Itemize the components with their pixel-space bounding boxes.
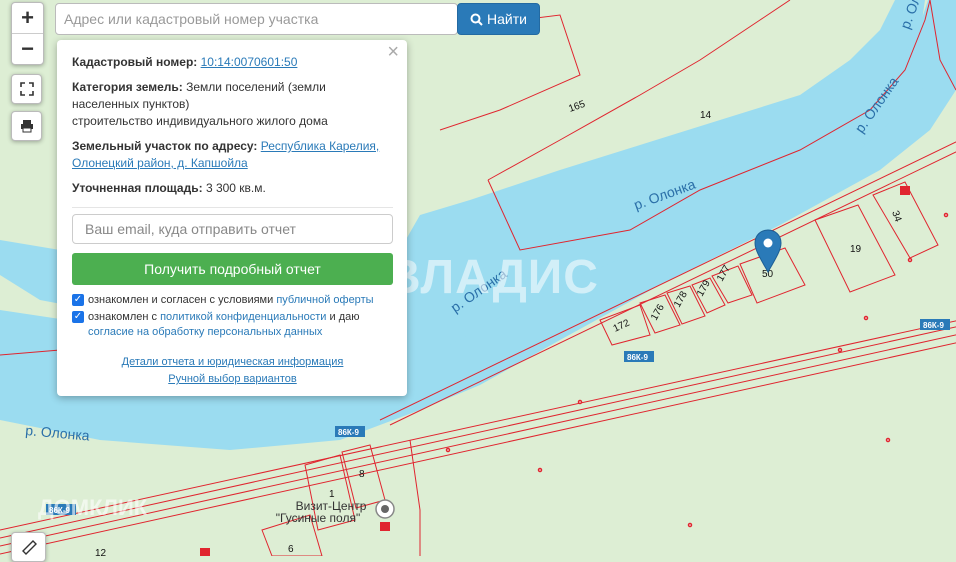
zoom-out-button[interactable]: −	[12, 34, 43, 64]
svg-text:12: 12	[95, 548, 107, 556]
address-label: Земельный участок по адресу:	[72, 139, 258, 153]
search-input[interactable]	[55, 3, 458, 35]
print-icon	[20, 120, 33, 133]
privacy-policy-link[interactable]: политикой конфиденциальности	[160, 311, 326, 323]
privacy-consent-row: ✓ ознакомлен с политикой конфиденциально…	[72, 310, 393, 340]
svg-text:8: 8	[359, 469, 365, 480]
offer-consent-text: ознакомлен и согласен с условиями	[88, 294, 274, 306]
svg-text:6: 6	[288, 544, 294, 555]
poi-visit-center-icon	[375, 499, 395, 519]
svg-text:86К-9: 86К-9	[49, 506, 70, 515]
parcel-info-popup: × Кадастровый номер: 10:14:0070601:50 Ка…	[57, 40, 407, 396]
email-field[interactable]	[72, 214, 393, 244]
category-label: Категория земель:	[72, 80, 183, 94]
ruler-icon	[21, 540, 37, 555]
search-button[interactable]: Найти	[457, 3, 540, 35]
close-icon[interactable]: ×	[387, 42, 399, 62]
svg-text:14: 14	[700, 110, 712, 121]
public-offer-link[interactable]: публичной оферты	[276, 294, 373, 306]
svg-text:19: 19	[850, 244, 862, 255]
print-button[interactable]	[11, 111, 42, 141]
privacy-consent-text: ознакомлен с	[88, 311, 158, 323]
category-use: строительство индивидуального жилого дом…	[72, 114, 328, 128]
get-report-button[interactable]: Получить подробный отчет	[72, 253, 393, 285]
area-value: 3 300 кв.м.	[205, 181, 266, 195]
zoom-in-button[interactable]: +	[12, 3, 43, 34]
area-label: Уточненная площадь:	[72, 181, 203, 195]
search-button-label: Найти	[487, 11, 527, 27]
offer-consent-row: ✓ ознакомлен и согласен с условиями публ…	[72, 293, 393, 308]
zoom-control: + −	[11, 2, 44, 65]
manual-selection-link[interactable]: Ручной выбор вариантов	[168, 373, 296, 385]
privacy-consent-checkbox[interactable]: ✓	[72, 311, 84, 323]
report-details-link[interactable]: Детали отчета и юридическая информация	[122, 356, 344, 368]
expand-icon	[19, 82, 34, 96]
ruler-button[interactable]	[11, 532, 46, 562]
svg-text:86К-9: 86К-9	[923, 321, 944, 330]
personal-data-consent-link[interactable]: согласие на обработку персональных данны…	[88, 326, 322, 338]
cadastral-number-link[interactable]: 10:14:0070601:50	[201, 55, 298, 69]
svg-text:"Гусиные поля": "Гусиные поля"	[276, 511, 360, 525]
privacy-consent-mid: и даю	[329, 311, 360, 323]
svg-text:86К-9: 86К-9	[627, 353, 648, 362]
fullscreen-button[interactable]	[11, 74, 42, 104]
offer-consent-checkbox[interactable]: ✓	[72, 294, 84, 306]
svg-text:86К-9: 86К-9	[338, 428, 359, 437]
cadastral-label: Кадастровый номер:	[72, 55, 198, 69]
search-icon	[470, 13, 483, 26]
